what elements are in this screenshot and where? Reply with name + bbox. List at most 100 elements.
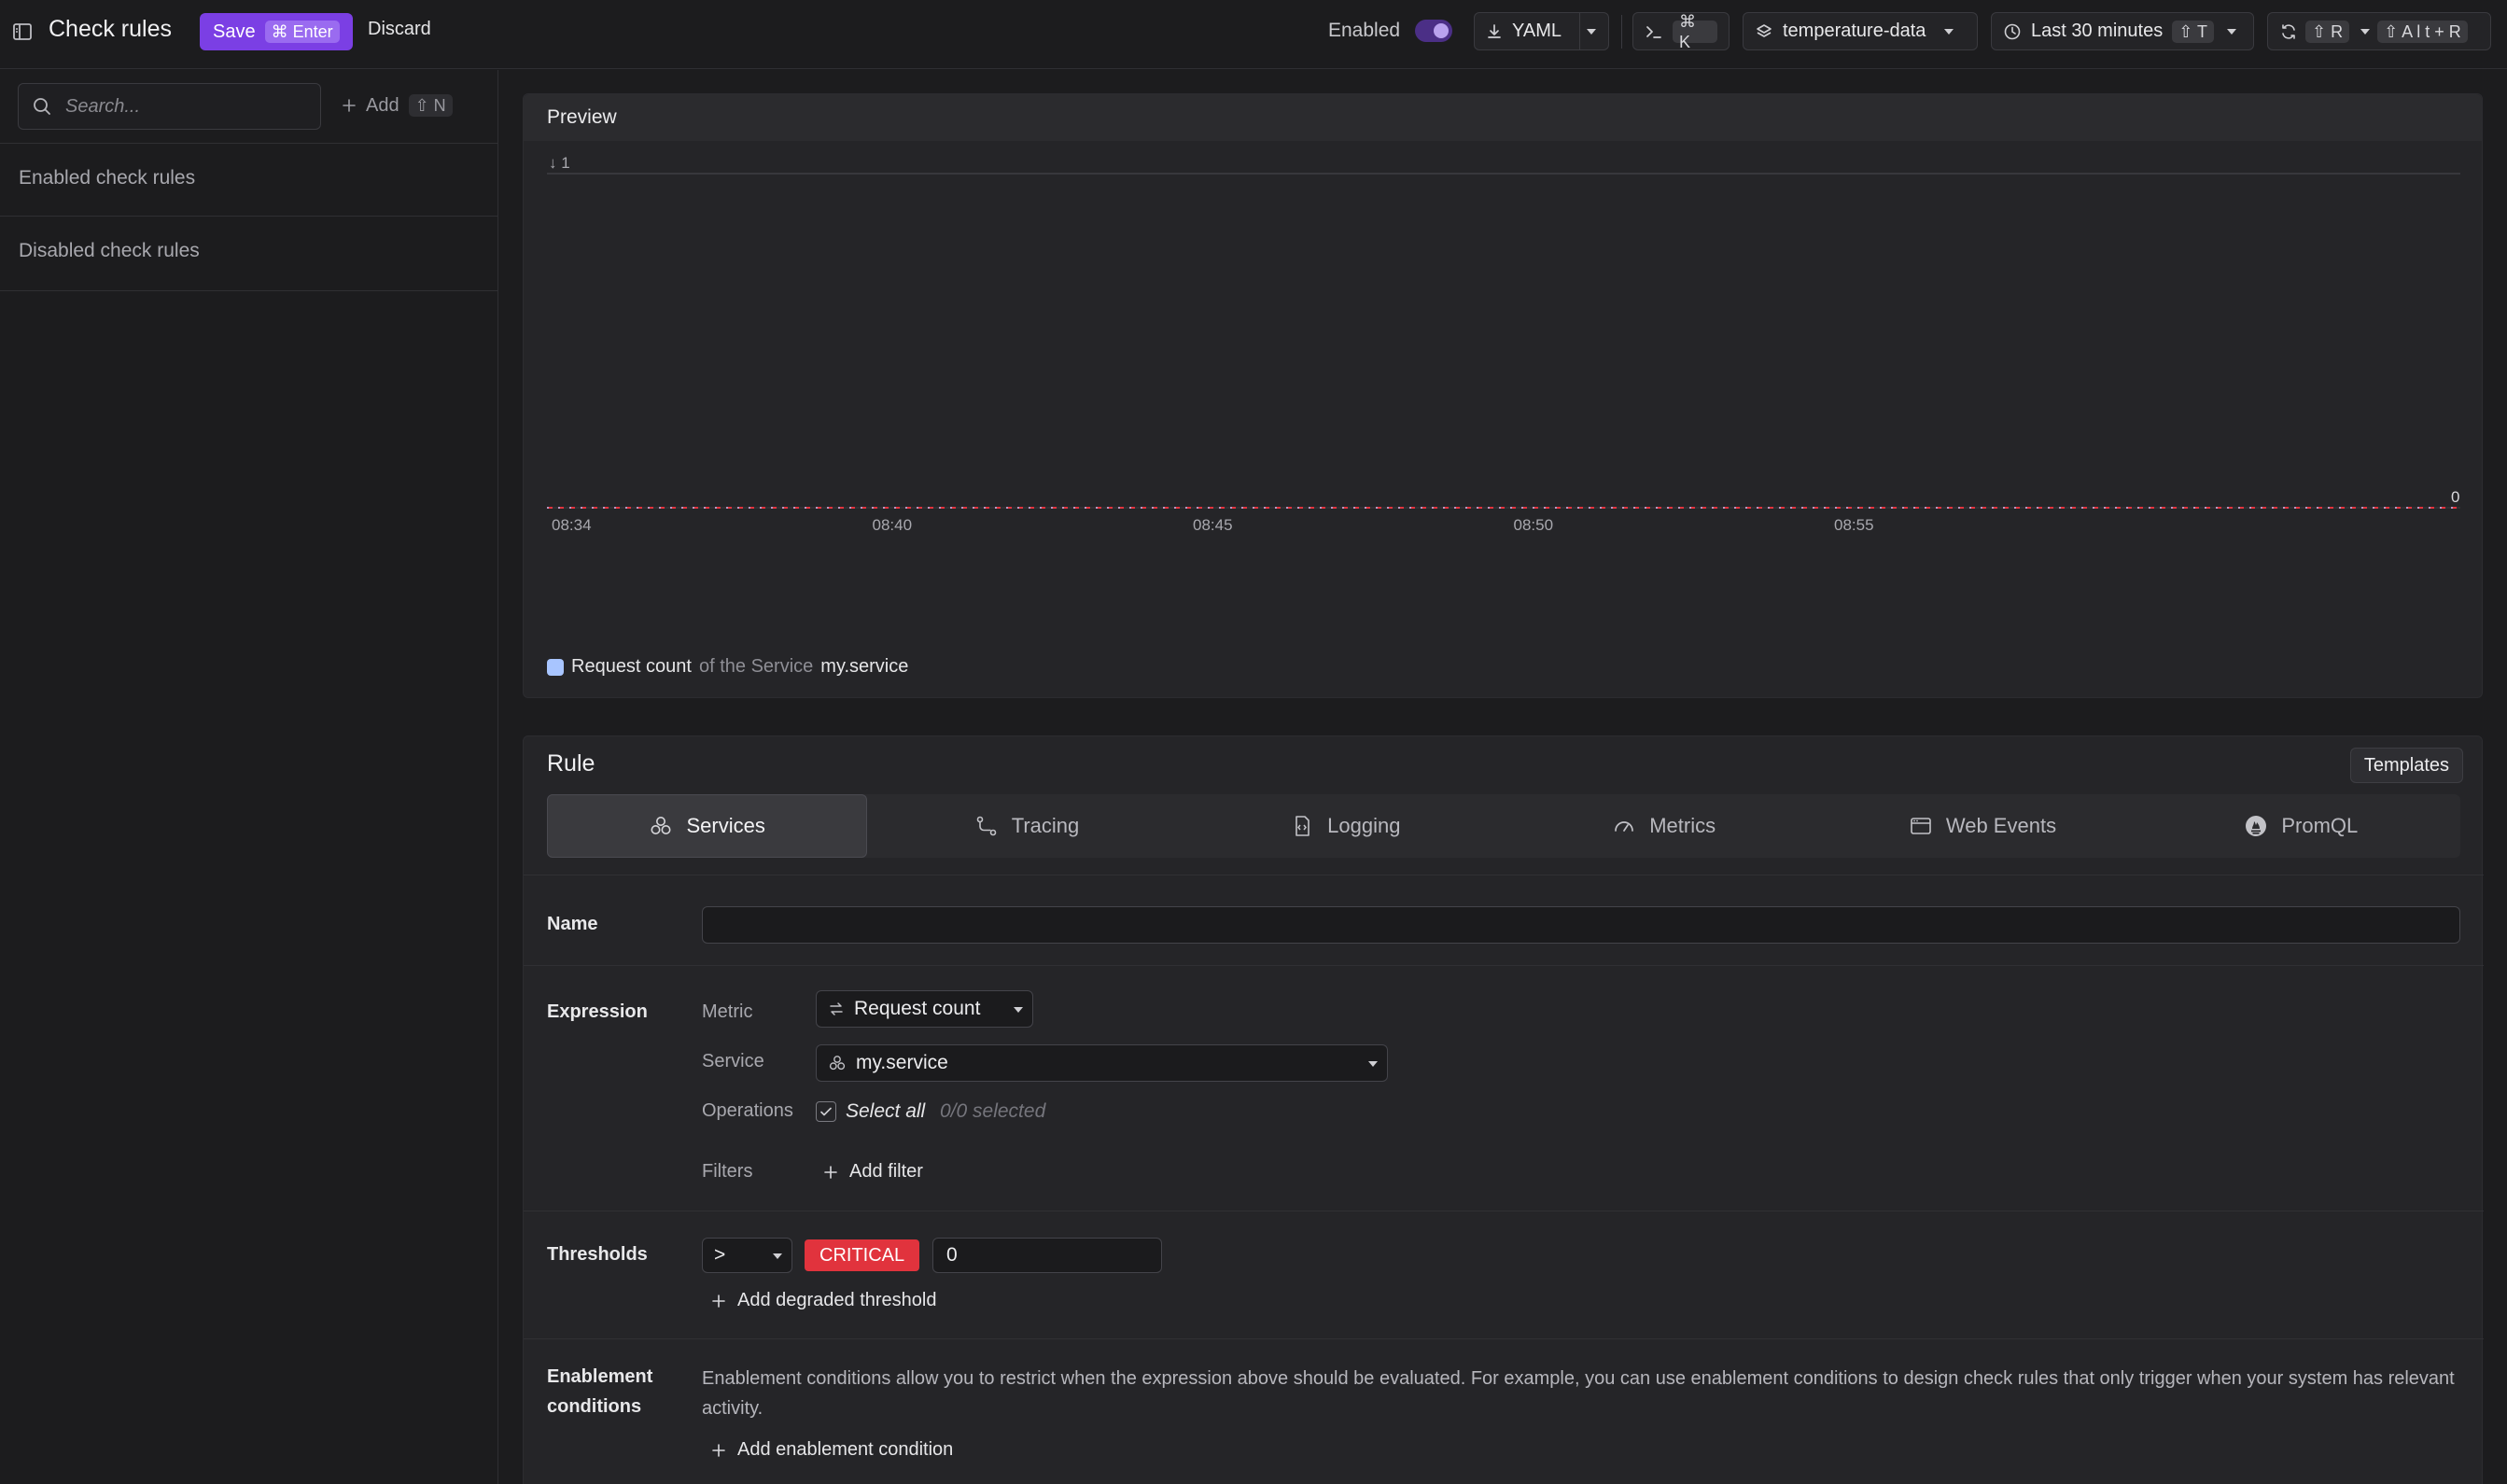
chevron-down-icon	[773, 1253, 782, 1259]
sidebar-toggle-icon[interactable]	[11, 21, 34, 43]
add-enablement-condition-button[interactable]: Add enablement condition	[711, 1439, 953, 1461]
terminal-icon	[1645, 23, 1663, 40]
dataset-label: temperature-data	[1783, 21, 1926, 41]
swap-arrows-icon	[828, 1001, 845, 1017]
search-input[interactable]	[65, 95, 289, 118]
service-label: Service	[702, 1051, 764, 1071]
select-all-checkbox[interactable]	[816, 1101, 836, 1122]
tab-label: PromQL	[2281, 814, 2359, 837]
plus-icon	[342, 98, 357, 113]
tab-label: Services	[686, 814, 765, 837]
critical-severity-badge[interactable]: CRITICAL	[805, 1239, 920, 1271]
rule-panel: Rule Templates Services Tracing Logging …	[523, 735, 2484, 1484]
tab-services[interactable]: Services	[547, 794, 868, 858]
tab-label: Tracing	[1011, 814, 1080, 837]
yaml-menu-caret[interactable]	[1587, 29, 1596, 35]
services-icon	[649, 814, 673, 838]
tab-metrics[interactable]: Metrics	[1505, 794, 1823, 858]
dataset-select[interactable]: temperature-data	[1743, 12, 1978, 50]
service-value: my.service	[856, 1052, 948, 1073]
tab-tracing[interactable]: Tracing	[867, 794, 1185, 858]
service-select[interactable]: my.service	[816, 1044, 1388, 1082]
add-label: Add	[366, 94, 399, 116]
refresh-icon	[2279, 22, 2298, 41]
add-filter-button[interactable]: Add filter	[823, 1161, 923, 1183]
tab-logging[interactable]: Logging	[1186, 794, 1505, 858]
chevron-down-icon	[1014, 1007, 1023, 1013]
select-all-label[interactable]: Select all	[846, 1100, 925, 1123]
toggle-knob	[1434, 23, 1449, 38]
threshold-operator-select[interactable]: >	[702, 1238, 792, 1273]
legend-metric: Request count	[571, 656, 692, 677]
auto-refresh-shortcut: ⇧ A l t + R	[2377, 20, 2468, 43]
chart-axis-labels: ↓ 1 0 08:34 08:40 08:45 08:50 08:55	[549, 154, 2459, 534]
templates-button[interactable]: Templates	[2349, 748, 2463, 783]
add-filter-label: Add filter	[849, 1161, 923, 1182]
rule-type-tabs: Services Tracing Logging Metrics Web Eve…	[547, 794, 2460, 858]
search-icon	[32, 96, 52, 117]
tab-label: Logging	[1327, 814, 1401, 837]
tab-promql[interactable]: PromQL	[2142, 794, 2460, 858]
refresh-button[interactable]: ⇧ R ⇧ A l t + R	[2267, 12, 2491, 50]
page-title: Check rules	[49, 16, 172, 42]
time-range-select[interactable]: Last 30 minutes ⇧ T	[1991, 12, 2254, 50]
enablement-label-line1: Enablement	[547, 1366, 653, 1387]
download-icon	[1486, 23, 1503, 40]
time-shortcut: ⇧ T	[2172, 20, 2214, 43]
tab-web-events[interactable]: Web Events	[1823, 794, 2141, 858]
promql-icon	[2244, 814, 2268, 838]
filters-label: Filters	[702, 1161, 753, 1182]
chart-x-tick-label: 08:34	[552, 516, 592, 534]
check-icon	[820, 1107, 832, 1116]
plus-icon	[823, 1165, 838, 1180]
chevron-down-icon	[1944, 28, 1954, 35]
preview-chart[interactable]: ↓ 1 0 08:34 08:40 08:45 08:50 08:55	[524, 141, 2484, 645]
save-label: Save	[213, 21, 256, 42]
add-degraded-threshold-button[interactable]: Add degraded threshold	[711, 1290, 937, 1311]
preview-title: Preview	[547, 106, 617, 128]
chart-y-top-label: ↓ 1	[549, 154, 570, 172]
enabled-toggle[interactable]	[1415, 20, 1452, 42]
add-check-rule-button[interactable]: Add ⇧ N	[342, 94, 453, 117]
enablement-label-line2: conditions	[547, 1396, 642, 1417]
chart-y-right-label: 0	[2451, 488, 2459, 506]
plus-icon	[711, 1443, 726, 1458]
layers-icon	[1755, 22, 1773, 41]
threshold-value-input[interactable]	[932, 1238, 1162, 1273]
plus-icon	[711, 1294, 726, 1309]
legend-service: my.service	[820, 656, 909, 677]
time-range-label: Last 30 minutes	[2031, 21, 2164, 41]
chart-x-tick-label: 08:50	[1514, 516, 1554, 534]
preview-header: Preview	[524, 94, 2482, 141]
sidebar-divider	[0, 216, 497, 217]
sidebar-divider	[0, 290, 497, 291]
legend-connector: of the Service	[698, 656, 814, 677]
add-shortcut: ⇧ N	[408, 94, 453, 117]
chart-x-tick-label: 08:40	[873, 516, 913, 534]
yaml-split-divider	[1579, 12, 1580, 50]
sidebar-group-disabled[interactable]: Disabled check rules	[19, 240, 200, 262]
name-input[interactable]	[702, 906, 2460, 944]
save-button[interactable]: Save ⌘ Enter	[200, 13, 353, 50]
metric-select[interactable]: Request count	[816, 990, 1033, 1028]
clock-icon	[2003, 22, 2022, 41]
auto-refresh-caret[interactable]	[2360, 28, 2371, 35]
logging-icon	[1290, 814, 1314, 838]
expression-label: Expression	[547, 1001, 648, 1022]
tab-label: Web Events	[1945, 814, 2057, 837]
command-palette-button[interactable]: ⌘ K	[1632, 12, 1730, 51]
preview-panel: Preview ↓ 1 0 08:34 08:40 08:45 08:50 08:55 Re…	[523, 93, 2483, 698]
sidebar: Add ⇧ N Enabled check rules Disabled che…	[0, 70, 498, 1484]
discard-button[interactable]: Discard	[368, 19, 431, 40]
metrics-gauge-icon	[1612, 814, 1636, 838]
sidebar-group-enabled[interactable]: Enabled check rules	[19, 167, 195, 189]
web-events-icon	[1909, 814, 1933, 838]
search-box[interactable]	[18, 83, 321, 130]
top-bar: Check rules Save ⌘ Enter Discard Enabled…	[0, 0, 2507, 69]
thresholds-label: Thresholds	[547, 1244, 648, 1265]
rule-title: Rule	[547, 750, 595, 777]
tab-label: Metrics	[1649, 814, 1716, 837]
chart-legend[interactable]: Request count of the Service my.service	[547, 656, 908, 678]
enabled-label: Enabled	[1328, 20, 1401, 41]
yaml-label: YAML	[1512, 21, 1562, 41]
